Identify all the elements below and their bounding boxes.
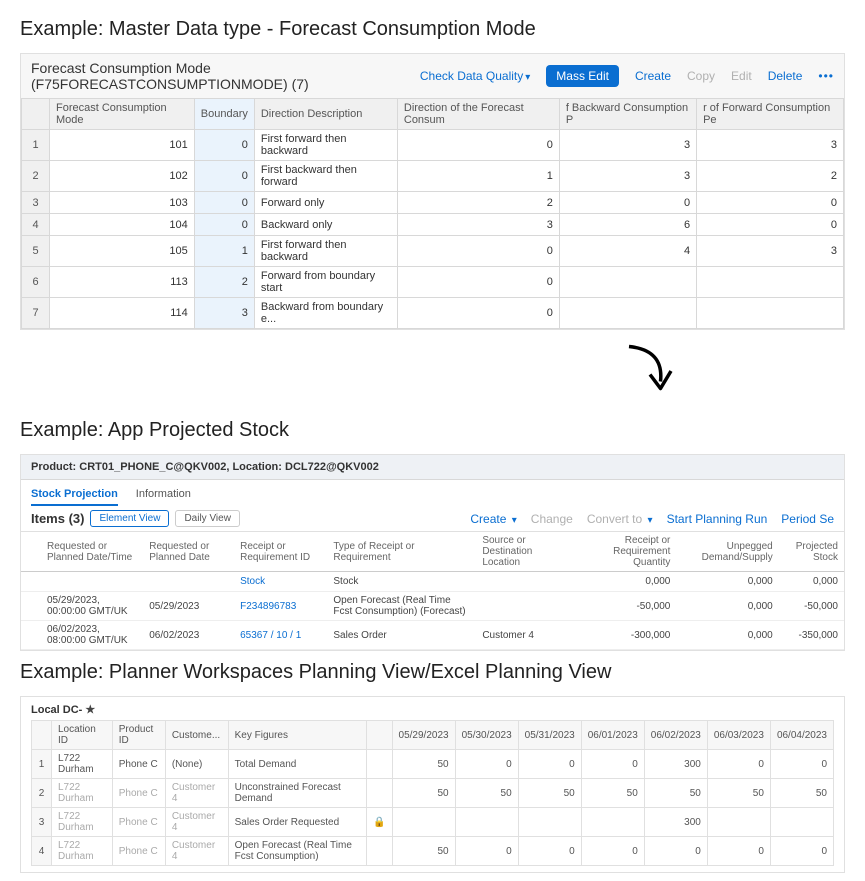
requirement-link[interactable]: 65367 / 10 / 1 bbox=[240, 630, 301, 641]
projected-stock-panel: Product: CRT01_PHONE_C@QKV002, Location:… bbox=[20, 454, 845, 651]
section-title-2: Example: App Projected Stock bbox=[20, 419, 845, 442]
planner-panel: Local DC- ★ Location IDProduct IDCustome… bbox=[20, 696, 845, 873]
col-dir-consum[interactable]: Direction of the Forecast Consum bbox=[397, 99, 559, 130]
forecast-table: Forecast Consumption Mode Boundary Direc… bbox=[21, 98, 844, 329]
table-row[interactable]: 3L722 DurhamPhone CCustomer 4Sales Order… bbox=[32, 808, 834, 837]
tab-stock-projection[interactable]: Stock Projection bbox=[31, 484, 118, 506]
table-row[interactable]: 71143Backward from boundary e...0 bbox=[22, 298, 844, 329]
start-planning-button[interactable]: Start Planning Run bbox=[667, 512, 768, 526]
table-row[interactable]: 05/29/2023, 00:00:00 GMT/UK05/29/2023F23… bbox=[21, 592, 844, 621]
create-button-2[interactable]: Create ▾ bbox=[470, 512, 516, 526]
panel1-title: Forecast Consumption Mode (F75FORECASTCO… bbox=[31, 60, 404, 92]
create-button[interactable]: Create bbox=[635, 69, 671, 83]
daily-view-button[interactable]: Daily View bbox=[175, 510, 240, 527]
table-row[interactable]: 4L722 DurhamPhone CCustomer 4Open Foreca… bbox=[32, 837, 834, 866]
col-back[interactable]: f Backward Consumption P bbox=[559, 99, 696, 130]
convert-button[interactable]: Convert to ▾ bbox=[587, 512, 653, 526]
check-data-quality-button[interactable]: Check Data Quality▾ bbox=[420, 69, 530, 83]
mass-edit-button[interactable]: Mass Edit bbox=[546, 65, 619, 87]
element-view-button[interactable]: Element View bbox=[90, 510, 169, 527]
planning-table: Location IDProduct IDCustome...Key Figur… bbox=[31, 720, 834, 866]
table-row[interactable]: 31030Forward only200 bbox=[22, 192, 844, 214]
table-row[interactable]: 21020First backward then forward132 bbox=[22, 161, 844, 192]
more-actions-icon[interactable]: ••• bbox=[818, 69, 834, 83]
table-row[interactable]: StockStock0,0000,0000,000 bbox=[21, 572, 844, 592]
change-button[interactable]: Change bbox=[531, 512, 573, 526]
table-row[interactable]: 1L722 DurhamPhone C(None)Total Demand500… bbox=[32, 750, 834, 779]
section-title-3: Example: Planner Workspaces Planning Vie… bbox=[20, 661, 845, 684]
delete-button[interactable]: Delete bbox=[768, 69, 803, 83]
chevron-down-icon: ▾ bbox=[648, 515, 653, 526]
stock-table: Requested or Planned Date/Time Requested… bbox=[21, 532, 844, 650]
col-fwd[interactable]: r of Forward Consumption Pe bbox=[697, 99, 844, 130]
forecast-panel: Forecast Consumption Mode (F75FORECASTCO… bbox=[20, 53, 845, 330]
section-title-1: Example: Master Data type - Forecast Con… bbox=[20, 18, 845, 41]
table-row[interactable]: 51051First forward then backward043 bbox=[22, 236, 844, 267]
requirement-link[interactable]: Stock bbox=[240, 576, 265, 587]
arrow-icon bbox=[440, 336, 845, 409]
copy-button[interactable]: Copy bbox=[687, 69, 715, 83]
items-count: Items (3) bbox=[31, 511, 84, 526]
product-location-bar: Product: CRT01_PHONE_C@QKV002, Location:… bbox=[21, 455, 844, 480]
star-icon[interactable]: ★ bbox=[85, 704, 95, 716]
table-row[interactable]: 06/02/2023, 08:00:00 GMT/UK06/02/2023653… bbox=[21, 621, 844, 650]
table-row[interactable]: 2L722 DurhamPhone CCustomer 4Unconstrain… bbox=[32, 779, 834, 808]
period-button[interactable]: Period Se bbox=[781, 512, 834, 526]
col-dir-desc[interactable]: Direction Description bbox=[254, 99, 397, 130]
edit-button[interactable]: Edit bbox=[731, 69, 752, 83]
tab-information[interactable]: Information bbox=[136, 484, 191, 506]
requirement-link[interactable]: F234896783 bbox=[240, 601, 296, 612]
col-fcm[interactable]: Forecast Consumption Mode bbox=[50, 99, 195, 130]
local-dc-title: Local DC- ★ bbox=[31, 703, 834, 716]
col-boundary[interactable]: Boundary bbox=[194, 99, 254, 130]
chevron-down-icon: ▾ bbox=[525, 72, 530, 83]
table-row[interactable]: 41040Backward only360 bbox=[22, 214, 844, 236]
table-row[interactable]: 11010First forward then backward033 bbox=[22, 130, 844, 161]
table-row[interactable]: 61132Forward from boundary start0 bbox=[22, 267, 844, 298]
chevron-down-icon: ▾ bbox=[512, 515, 517, 526]
